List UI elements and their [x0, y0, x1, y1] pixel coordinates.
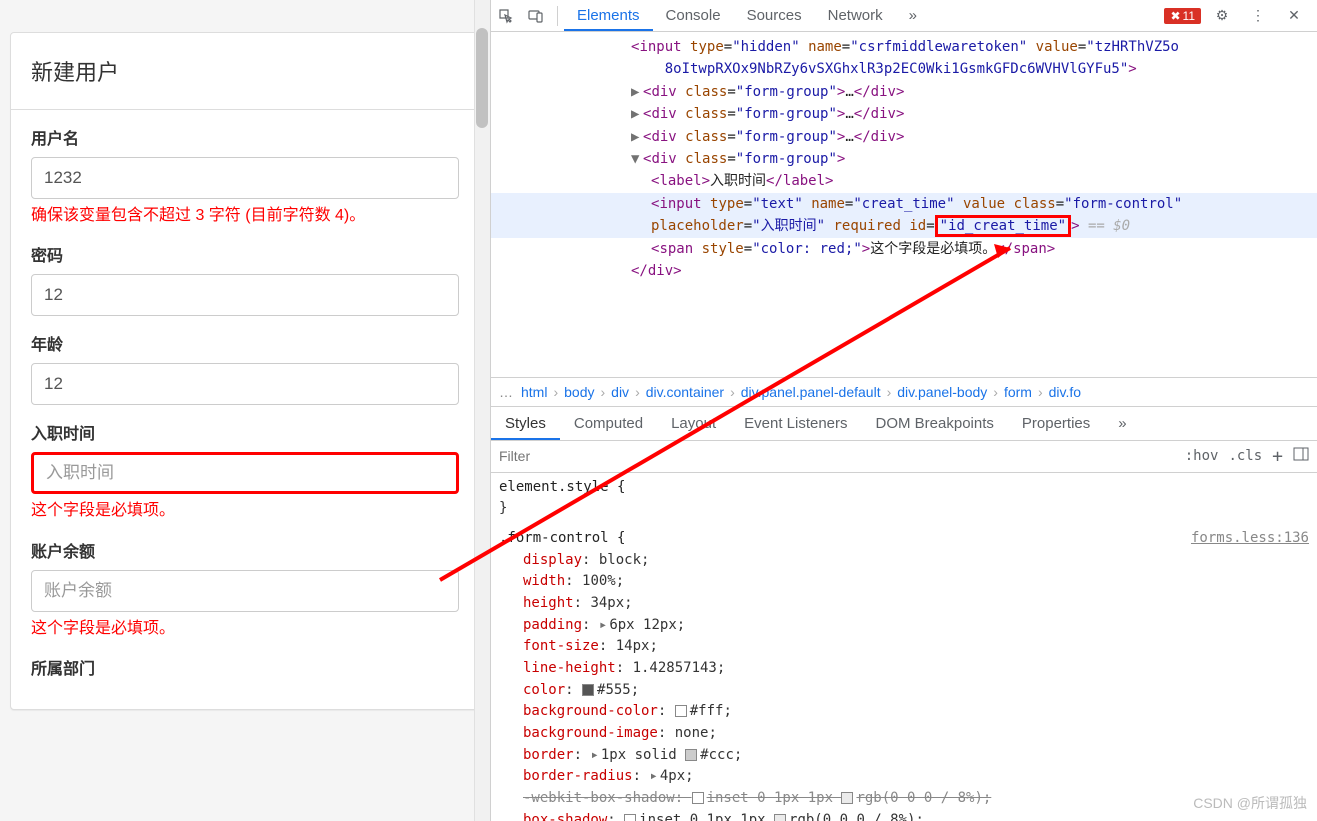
tab-elements[interactable]: Elements [564, 0, 653, 31]
error-badge[interactable]: ✖11 [1164, 8, 1201, 24]
css-prop[interactable]: color: #555; [499, 680, 1309, 702]
css-prop[interactable]: background-color: #fff; [499, 701, 1309, 723]
css-prop[interactable]: box-shadow: inset 0 1px 1px rgb(0 0 0 / … [499, 810, 1309, 821]
scrollbar[interactable] [474, 0, 490, 821]
crumb[interactable]: div.panel-body [897, 384, 987, 400]
css-prop[interactable]: font-size: 14px; [499, 636, 1309, 658]
dom-node[interactable]: ▼<div class="form-group"> [491, 148, 1317, 170]
add-rule-icon[interactable]: + [1272, 446, 1283, 467]
password-label: 密码 [31, 242, 459, 266]
crumb[interactable]: div [611, 384, 629, 400]
crumb[interactable]: div.panel.panel-default [741, 384, 881, 400]
dom-node[interactable]: </div> [491, 260, 1317, 282]
dept-label: 所属部门 [31, 655, 459, 679]
css-prop[interactable]: -webkit-box-shadow: inset 0 1px 1px rgb(… [499, 788, 1309, 810]
creat-time-input[interactable] [31, 452, 459, 494]
age-input[interactable] [31, 363, 459, 405]
dom-node[interactable]: <input type="hidden" name="csrfmiddlewar… [491, 36, 1317, 81]
username-input[interactable] [31, 157, 459, 199]
balance-input[interactable] [31, 570, 459, 612]
dom-node[interactable]: ▶<div class="form-group">…</div> [491, 81, 1317, 103]
styles-filter-row: :hov .cls + [491, 441, 1317, 473]
form-group-dept: 所属部门 [31, 655, 459, 679]
devtools-toolbar: Elements Console Sources Network » ✖11 ⚙… [491, 0, 1317, 32]
dom-node[interactable]: <label>入职时间</label> [491, 170, 1317, 192]
form-group-username: 用户名 确保该变量包含不超过 3 字符 (目前字符数 4)。 [31, 125, 459, 227]
styles-tab-layout[interactable]: Layout [657, 407, 730, 440]
username-label: 用户名 [31, 125, 459, 149]
device-icon[interactable] [521, 1, 551, 31]
cls-toggle[interactable]: .cls [1228, 448, 1262, 464]
form-group-password: 密码 [31, 242, 459, 316]
rule-selector[interactable]: .form-control { [499, 530, 625, 546]
dom-node[interactable]: ▶<div class="form-group">…</div> [491, 126, 1317, 148]
styles-tab-styles[interactable]: Styles [491, 407, 560, 440]
page-content: 新建用户 用户名 确保该变量包含不超过 3 字符 (目前字符数 4)。 密码 年… [0, 0, 490, 821]
styles-tab-computed[interactable]: Computed [560, 407, 657, 440]
css-prop[interactable]: line-height: 1.42857143; [499, 658, 1309, 680]
panel-body: 用户名 确保该变量包含不超过 3 字符 (目前字符数 4)。 密码 年龄 入职时… [11, 110, 479, 709]
crumb[interactable]: body [564, 384, 594, 400]
crumb[interactable]: form [1004, 384, 1032, 400]
form-group-balance: 账户余额 这个字段是必填项。 [31, 538, 459, 640]
inspect-icon[interactable] [491, 1, 521, 31]
crumb[interactable]: div.container [646, 384, 724, 400]
computed-pane-icon[interactable] [1293, 447, 1309, 465]
balance-label: 账户余额 [31, 538, 459, 562]
panel-title: 新建用户 [11, 33, 479, 110]
tab-network[interactable]: Network [815, 0, 896, 31]
creat-time-label: 入职时间 [31, 420, 459, 444]
styles-body[interactable]: element.style { } forms.less:136.form-co… [491, 473, 1317, 821]
tab-console[interactable]: Console [653, 0, 734, 31]
watermark: CSDN @所谓孤独 [1193, 793, 1307, 815]
scrollbar-thumb[interactable] [476, 28, 488, 128]
kebab-icon[interactable]: ⋮ [1243, 1, 1273, 31]
tab-sources[interactable]: Sources [734, 0, 815, 31]
css-prop[interactable]: width: 100%; [499, 571, 1309, 593]
age-label: 年龄 [31, 331, 459, 355]
rule-source[interactable]: forms.less:136 [1191, 528, 1309, 550]
dom-node-selected[interactable]: <input type="text" name="creat_time" val… [491, 193, 1317, 238]
styles-filter-input[interactable] [499, 448, 1175, 464]
dom-breadcrumb[interactable]: … html› body› div› div.container› div.pa… [491, 377, 1317, 407]
crumb[interactable]: html [521, 384, 547, 400]
styles-tab-props[interactable]: Properties [1008, 407, 1104, 440]
password-input[interactable] [31, 274, 459, 316]
css-prop[interactable]: display: block; [499, 550, 1309, 572]
hov-toggle[interactable]: :hov [1185, 448, 1219, 464]
element-style[interactable]: element.style { [499, 477, 1309, 499]
devtools: Elements Console Sources Network » ✖11 ⚙… [490, 0, 1317, 821]
css-prop[interactable]: padding: ▸6px 12px; [499, 615, 1309, 637]
css-prop[interactable]: background-image: none; [499, 723, 1309, 745]
styles-tab-dom-bp[interactable]: DOM Breakpoints [862, 407, 1008, 440]
close-icon[interactable]: ✕ [1279, 1, 1309, 31]
elements-tree[interactable]: <input type="hidden" name="csrfmiddlewar… [491, 32, 1317, 377]
dom-node[interactable]: ▶<div class="form-group">…</div> [491, 103, 1317, 125]
panel: 新建用户 用户名 确保该变量包含不超过 3 字符 (目前字符数 4)。 密码 年… [10, 32, 480, 710]
gear-icon[interactable]: ⚙ [1207, 1, 1237, 31]
tab-more[interactable]: » [896, 0, 930, 31]
css-prop[interactable]: border: ▸1px solid #ccc; [499, 745, 1309, 767]
css-prop[interactable]: height: 34px; [499, 593, 1309, 615]
balance-error: 这个字段是必填项。 [31, 618, 459, 640]
crumb[interactable]: div.fo [1049, 384, 1081, 400]
styles-tab-more[interactable]: » [1104, 407, 1140, 440]
username-error: 确保该变量包含不超过 3 字符 (目前字符数 4)。 [31, 205, 459, 227]
form-group-age: 年龄 [31, 331, 459, 405]
dom-node[interactable]: <span style="color: red;">这个字段是必填项。</spa… [491, 238, 1317, 260]
creat-time-error: 这个字段是必填项。 [31, 500, 459, 522]
form-group-creat-time: 入职时间 这个字段是必填项。 [31, 420, 459, 522]
styles-tabs: Styles Computed Layout Event Listeners D… [491, 407, 1317, 441]
styles-tab-event[interactable]: Event Listeners [730, 407, 861, 440]
css-prop[interactable]: border-radius: ▸4px; [499, 766, 1309, 788]
